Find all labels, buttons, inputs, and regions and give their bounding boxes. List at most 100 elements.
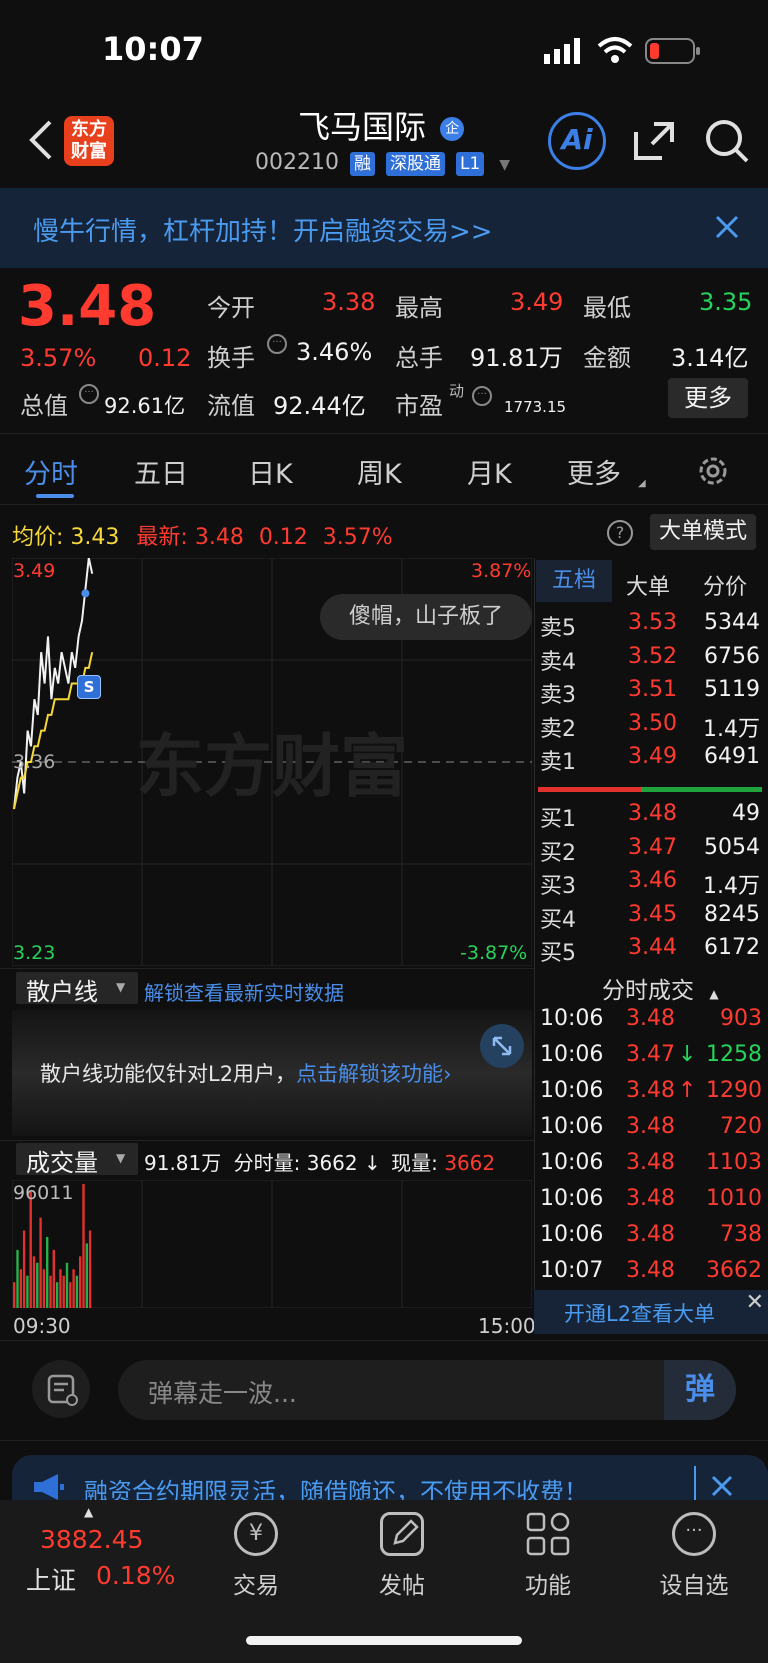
order-price: 3.50 [628,710,677,736]
close-icon[interactable]: ✕ [746,1290,764,1315]
info-icon[interactable]: ··· [267,334,287,354]
volume-bar [32,1256,36,1308]
banner-text[interactable]: 慢牛行情，杠杆加持！开启融资交易>> [33,211,493,248]
trade-price: 3.48 [626,1222,675,1247]
orderbook-tab-label: 五档 [551,568,596,593]
bid-ask-ratio-bar [538,787,762,792]
tag-connect: 深股通 [385,152,445,176]
volume-bar [65,1262,69,1308]
y-axis-bottom: 3.23 [13,942,56,964]
gear-icon[interactable] [696,454,730,492]
volume-select[interactable]: 成交量 ▼ [16,1143,138,1177]
buy-order-row: 买3 3.46 1.4万 [538,868,760,899]
pe-value: 1773.15 [504,398,567,416]
ai-button[interactable]: Ai [548,112,606,170]
danmaku-settings-icon[interactable] [32,1360,90,1418]
nav-functions[interactable]: 功能 [508,1512,588,1599]
nav-add-watchlist[interactable]: ··· 设自选 [654,1512,734,1599]
trade-row: 10:06 3.48 1010 [540,1186,762,1216]
retail-unlock-link[interactable]: 解锁查看最新实时数据 [144,977,344,1006]
mktcap-value: 92.61亿 [104,394,186,418]
back-icon[interactable] [28,120,54,164]
help-icon[interactable]: ? [607,520,633,546]
trade-time: 10:07 [540,1258,604,1283]
trade-time: 10:06 [540,1006,604,1031]
index-widget[interactable]: ▲ 3882.45 上证 0.18% [20,1505,180,1595]
l2-promo-bar[interactable]: 开通L2查看大单 ✕ [534,1290,768,1334]
order-volume: 5054 [704,834,760,860]
pe-superscript: 动 [449,382,465,400]
trade-row: 10:06 3.48 ↑ 1290 [540,1078,762,1108]
float-value: 92.44亿 [273,392,366,420]
volume-bar [62,1275,65,1308]
logo-text-top: 东方 [71,119,107,140]
share-icon[interactable] [632,118,678,168]
order-volume: 1.4万 [703,716,760,742]
high-label: 最高 [395,294,443,322]
more-button[interactable]: 更多 [668,378,748,418]
chevron-down-icon: ▼ [116,980,126,994]
close-icon[interactable] [710,1474,734,1502]
orderbook-tab-price[interactable]: 分价 [703,569,747,601]
divider [0,1340,768,1341]
retail-select[interactable]: 散户线 ▼ [16,972,138,1006]
stock-title[interactable]: 飞马国际 企 [298,102,465,148]
edit-icon [380,1512,424,1556]
avg-price-bar: 均价: 3.43 最新: 3.48 0.12 3.57% [12,519,393,551]
search-icon[interactable] [704,118,750,168]
danmaku-placeholder: 弹幕走一波... [148,1379,297,1408]
l2-promo-text: 开通L2查看大单 [564,1302,716,1326]
app-logo[interactable]: 东方 财富 [64,116,114,166]
info-icon[interactable]: ··· [79,384,99,404]
info-icon[interactable]: ··· [472,386,492,406]
danmaku-bubble[interactable]: 傻帽，山子板了 [320,594,532,640]
expand-icon[interactable] [480,1024,524,1068]
signal-icon [544,38,584,68]
order-volume: 6172 [704,935,760,961]
tab-intraday[interactable]: 分时 [24,452,78,491]
retail-notice-link[interactable]: 点击解锁该功能 [296,1062,443,1086]
orderbook-tab-big[interactable]: 大单 [626,569,670,601]
close-icon[interactable] [714,214,740,244]
sell-order-row: 卖5 3.53 5344 [538,610,760,641]
trade-row: 10:06 3.48 1103 [540,1150,762,1180]
trade-volume: 1258 [706,1042,762,1067]
nav-trade[interactable]: ¥ 交易 [216,1512,296,1599]
trade-price: 3.48 [626,1006,675,1031]
current-price: 3.48 [18,274,157,339]
volume-chart[interactable] [12,1180,532,1308]
trade-direction: ↑ [678,1078,697,1103]
orderbook-tab-five[interactable]: 五档 [536,560,612,602]
danmaku-send-button[interactable]: 弹 [664,1360,736,1420]
order-price: 3.48 [628,801,677,826]
divider [694,1466,696,1500]
trades-title[interactable]: 分时成交 ▲ [602,971,719,1005]
mktcap-label: 总值 [20,392,68,420]
nav-post[interactable]: 发帖 [362,1512,442,1599]
divider [0,1140,534,1141]
danmaku-input[interactable]: 弹幕走一波... [118,1360,736,1420]
tab-weekly-k[interactable]: 周K [357,452,402,491]
volume-bar [29,1191,32,1308]
tab-daily-k[interactable]: 日K [248,452,293,491]
volume-bar [72,1269,75,1308]
volume-label: 总手 [395,344,443,372]
big-order-mode-button[interactable]: 大单模式 [650,514,756,550]
triangle-icon: ◢ [638,478,646,489]
tab-monthly-k[interactable]: 月K [467,452,512,491]
more-dots-icon: ··· [672,1512,716,1556]
trade-row: 10:07 3.48 3662 [540,1258,762,1288]
wifi-icon [597,36,633,68]
latest-point [81,589,90,598]
trade-price: 3.48 [626,1078,675,1103]
latest-pct: 3.57% [322,525,393,550]
tab-more[interactable]: 更多 [567,452,621,491]
stock-code-line[interactable]: 002210 融 深股通 L1 ▼ [255,150,510,176]
signal-marker[interactable]: S [77,675,101,699]
trade-volume: 1010 [706,1186,762,1211]
tab-five-day[interactable]: 五日 [134,452,188,491]
order-price: 3.53 [628,610,677,635]
order-price: 3.51 [628,677,677,703]
low-label: 最低 [583,294,631,322]
minute-volume: 3662 [306,1151,358,1175]
